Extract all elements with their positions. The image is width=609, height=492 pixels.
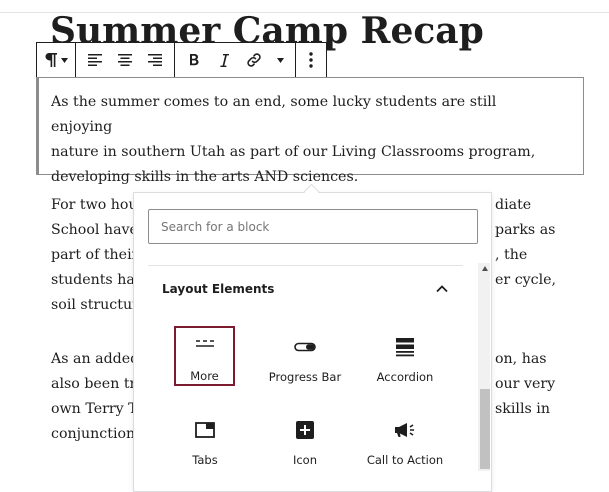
block-item-label: Tabs	[192, 453, 218, 467]
paragraph-type-button[interactable]	[41, 43, 71, 77]
plus-square-icon	[295, 417, 315, 443]
link-icon	[246, 52, 262, 68]
block-item-accordion[interactable]: Accordion	[360, 326, 450, 386]
more-formatting-dropdown[interactable]	[269, 43, 291, 77]
collapse-section-button[interactable]	[432, 279, 452, 299]
align-right-icon	[148, 54, 162, 66]
selected-paragraph-text[interactable]: As the summer comes to an end, some luck…	[51, 90, 561, 190]
more-icon	[195, 333, 215, 359]
toolbar-group-block-type	[37, 43, 76, 77]
paragraph-line: For two hou	[51, 197, 138, 213]
block-item-icon[interactable]: Icon	[260, 409, 350, 469]
paragraph-line: on, has	[495, 351, 547, 367]
bold-button[interactable]	[179, 43, 209, 77]
scroll-up-arrow-icon[interactable]	[482, 266, 488, 271]
block-item-call-to-action[interactable]: Call to Action	[360, 409, 450, 469]
align-left-icon	[88, 54, 102, 66]
progress-bar-icon	[294, 334, 316, 360]
chevron-up-icon	[432, 284, 452, 303]
scrollbar-thumb[interactable]	[480, 389, 490, 469]
chevron-down-icon	[61, 57, 68, 63]
section-title-layout-elements: Layout Elements	[162, 282, 275, 296]
paragraph-line: skills in	[495, 401, 550, 417]
block-item-more[interactable]: More	[174, 326, 235, 386]
block-item-label: Icon	[292, 453, 318, 467]
paragraph-icon	[44, 52, 58, 68]
block-item-label: Accordion	[376, 370, 434, 384]
block-inserter-popover: Layout Elements More Progress Bar Accord…	[133, 192, 492, 492]
more-options-icon	[309, 52, 313, 68]
chevron-down-icon	[276, 57, 284, 63]
toolbar-group-alignment	[76, 43, 175, 77]
tabs-icon	[195, 417, 215, 443]
italic-button[interactable]	[209, 43, 239, 77]
block-item-label: More	[190, 369, 219, 383]
accordion-icon	[395, 334, 415, 360]
paragraph-line: part of their	[51, 247, 139, 263]
italic-icon	[219, 53, 229, 67]
block-item-tabs[interactable]: Tabs	[160, 409, 250, 469]
block-item-progress-bar[interactable]: Progress Bar	[260, 326, 350, 386]
paragraph-line: As an added	[51, 351, 140, 367]
megaphone-icon	[394, 417, 416, 443]
paragraph-line: parks as	[495, 222, 556, 238]
align-left-button[interactable]	[80, 43, 110, 77]
align-center-button[interactable]	[110, 43, 140, 77]
paragraph-line: own Terry T	[51, 401, 138, 417]
block-item-label: Progress Bar	[268, 370, 342, 384]
paragraph-line: students hav	[51, 272, 143, 288]
paragraph-line: diate	[495, 197, 532, 213]
paragraph-line: conjunction	[51, 426, 136, 442]
toolbar-group-formatting	[175, 43, 296, 77]
align-right-button[interactable]	[140, 43, 170, 77]
more-options-button[interactable]	[300, 43, 322, 77]
link-button[interactable]	[239, 43, 269, 77]
bold-icon	[189, 53, 199, 67]
toolbar-group-options	[296, 43, 326, 77]
paragraph-line: our very	[495, 376, 556, 392]
paragraph-line: , the	[495, 247, 528, 263]
block-toolbar	[36, 42, 327, 78]
paragraph-line: School have	[51, 222, 138, 238]
paragraph-line: er cycle,	[495, 272, 557, 288]
paragraph-line: also been tra	[51, 376, 145, 392]
align-center-icon	[118, 54, 132, 66]
paragraph-line: soil structur	[51, 297, 139, 313]
paragraph-line: As the summer comes to an end, some luck…	[51, 94, 497, 135]
paragraph-line: nature in southern Utah as part of our L…	[51, 144, 536, 160]
paragraph-line: developing skills in the arts AND scienc…	[51, 169, 359, 185]
search-divider	[148, 265, 463, 266]
block-item-label: Call to Action	[366, 453, 444, 467]
block-search-input[interactable]	[148, 209, 478, 244]
